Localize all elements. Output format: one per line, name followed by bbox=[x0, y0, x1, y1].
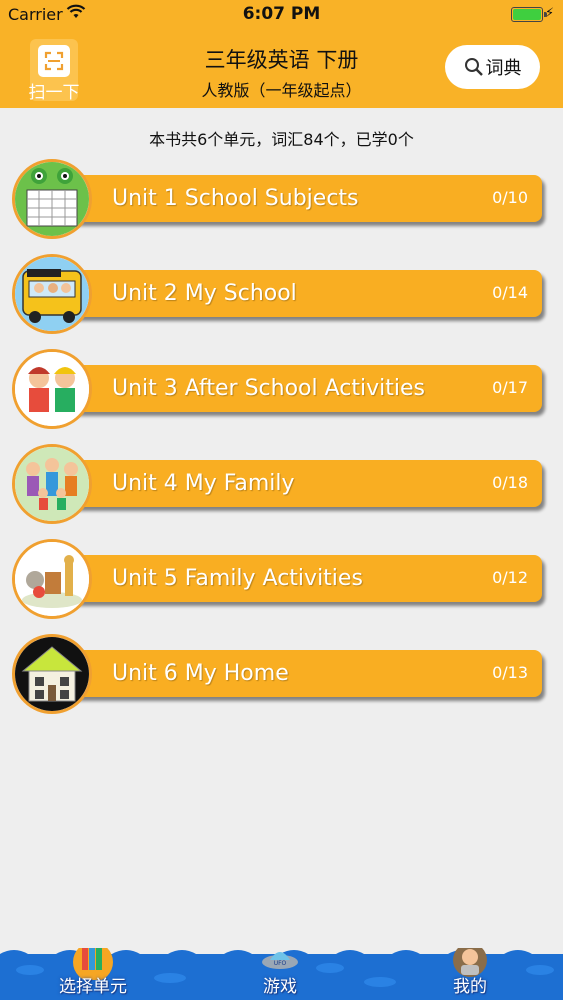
tab-label: 选择单元 bbox=[59, 977, 127, 997]
unit-title: Unit 5 Family Activities bbox=[112, 566, 363, 591]
unit-bar[interactable]: Unit 5 Family Activities 0/12 bbox=[52, 555, 542, 602]
scan-button[interactable]: 扫一下 bbox=[29, 39, 80, 103]
tab-bar: 选择单元 UFO 游戏 我的 bbox=[0, 948, 563, 1000]
clock: 6:07 PM bbox=[242, 4, 321, 24]
unit-row-5[interactable]: Unit 5 Family Activities 0/12 bbox=[12, 537, 546, 619]
unit-progress: 0/18 bbox=[492, 473, 528, 492]
book-summary: 本书共6个单元，词汇84个，已学0个 bbox=[149, 130, 414, 149]
unit-bar[interactable]: Unit 2 My School 0/14 bbox=[52, 270, 542, 317]
battery-icon bbox=[511, 7, 547, 22]
unit-bar[interactable]: Unit 4 My Family 0/18 bbox=[52, 460, 542, 507]
timetable-frog-icon bbox=[12, 159, 92, 239]
scan-label: 扫一下 bbox=[28, 83, 80, 103]
unit-row-2[interactable]: Unit 2 My School 0/14 bbox=[12, 252, 546, 334]
tab-games[interactable]: UFO 游戏 bbox=[220, 948, 340, 1000]
house-icon bbox=[12, 634, 92, 714]
unit-row-1[interactable]: Unit 1 School Subjects 0/10 bbox=[12, 157, 546, 239]
search-icon bbox=[464, 58, 483, 76]
unit-title: Unit 3 After School Activities bbox=[112, 376, 425, 401]
unit-row-3[interactable]: Unit 3 After School Activities 0/17 bbox=[12, 347, 546, 429]
tab-label: 我的 bbox=[453, 977, 487, 997]
charging-icon: ⚡ bbox=[545, 6, 555, 21]
unit-bar[interactable]: Unit 1 School Subjects 0/10 bbox=[52, 175, 542, 222]
unit-progress: 0/10 bbox=[492, 188, 528, 207]
school-bus-icon bbox=[12, 254, 92, 334]
unit-progress: 0/12 bbox=[492, 568, 528, 587]
scan-icon bbox=[38, 45, 70, 77]
unit-progress: 0/17 bbox=[492, 378, 528, 397]
kids-activities-icon bbox=[12, 349, 92, 429]
dictionary-label: 词典 bbox=[485, 58, 522, 79]
tab-select-unit[interactable]: 选择单元 bbox=[33, 948, 153, 1000]
page-title: 三年级英语 下册 bbox=[204, 48, 359, 72]
svg-text:UFO: UFO bbox=[274, 960, 287, 967]
family-icon bbox=[12, 444, 92, 524]
unit-bar[interactable]: Unit 6 My Home 0/13 bbox=[52, 650, 542, 697]
tab-mine[interactable]: 我的 bbox=[410, 948, 530, 1000]
unit-title: Unit 4 My Family bbox=[112, 471, 295, 496]
unit-title: Unit 6 My Home bbox=[112, 661, 289, 686]
app-header: Carrier 6:07 PM ⚡ 扫一下 三年级英语 下册 人教版（一年级起点… bbox=[0, 0, 563, 108]
page-subtitle: 人教版（一年级起点） bbox=[201, 81, 362, 100]
status-bar: Carrier 6:07 PM ⚡ bbox=[0, 0, 563, 30]
unit-title: Unit 1 School Subjects bbox=[112, 186, 359, 211]
unit-title: Unit 2 My School bbox=[112, 281, 297, 306]
unit-bar[interactable]: Unit 3 After School Activities 0/17 bbox=[52, 365, 542, 412]
unit-row-4[interactable]: Unit 4 My Family 0/18 bbox=[12, 442, 546, 524]
unit-progress: 0/14 bbox=[492, 283, 528, 302]
unit-progress: 0/13 bbox=[492, 663, 528, 682]
family-activities-icon bbox=[12, 539, 92, 619]
dictionary-button[interactable]: 词典 bbox=[445, 45, 540, 89]
tab-label: 游戏 bbox=[263, 977, 297, 997]
unit-row-6[interactable]: Unit 6 My Home 0/13 bbox=[12, 632, 546, 714]
